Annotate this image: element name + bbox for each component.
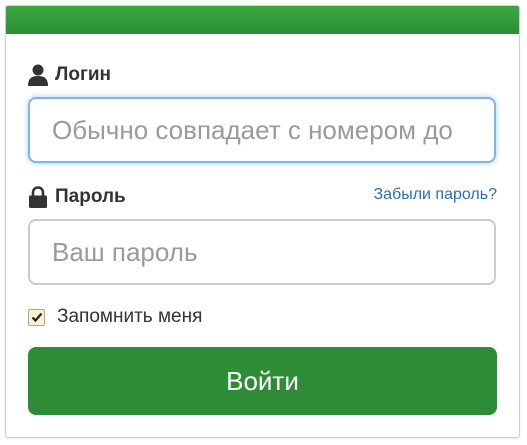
lock-icon <box>28 186 48 208</box>
login-label-text: Логин <box>55 64 112 85</box>
checkmark-icon <box>31 312 42 323</box>
forgot-password-link[interactable]: Забыли пароль? <box>373 186 497 204</box>
login-label: Логин <box>28 62 111 88</box>
remember-label: Запомнить меня <box>57 306 203 327</box>
login-submit-button[interactable]: Войти <box>28 347 497 415</box>
remember-checkbox[interactable] <box>28 308 45 326</box>
panel-header-bar <box>6 6 519 34</box>
user-icon <box>28 64 48 86</box>
login-input[interactable] <box>28 97 496 163</box>
login-panel: Логин Пароль Забыли пароль? Запомнить ме… <box>5 5 520 438</box>
password-label-text: Пароль <box>55 186 126 207</box>
remember-me[interactable]: Запомнить меня <box>28 306 202 328</box>
password-label: Пароль <box>28 184 126 210</box>
password-input[interactable] <box>28 219 496 285</box>
